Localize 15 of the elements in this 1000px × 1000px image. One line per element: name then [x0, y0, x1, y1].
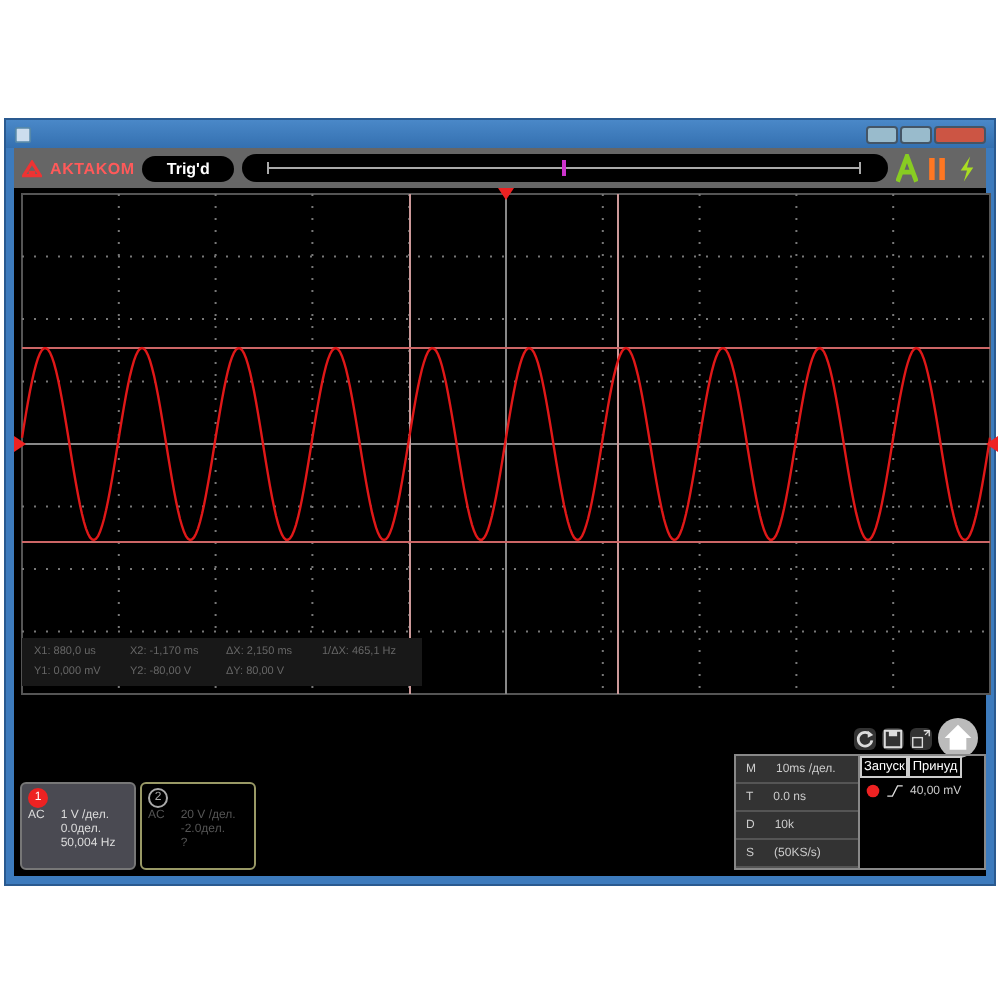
auto-icon[interactable] — [896, 153, 918, 183]
lightning-icon[interactable] — [956, 153, 978, 183]
rising-edge-icon — [886, 784, 904, 798]
app-icon — [14, 125, 32, 143]
channel-dot-icon — [866, 784, 880, 798]
logo-icon — [22, 159, 42, 177]
refresh-icon[interactable] — [854, 727, 876, 749]
maximize-button[interactable] — [900, 125, 932, 143]
close-button[interactable] — [934, 125, 986, 143]
minimize-button[interactable] — [866, 125, 898, 143]
trigger-status: Trig'd — [142, 155, 234, 181]
home-icon[interactable] — [938, 718, 978, 758]
pause-icon[interactable] — [926, 153, 948, 183]
save-icon[interactable] — [882, 727, 904, 749]
logo-text: AKTAKOM — [50, 159, 135, 177]
